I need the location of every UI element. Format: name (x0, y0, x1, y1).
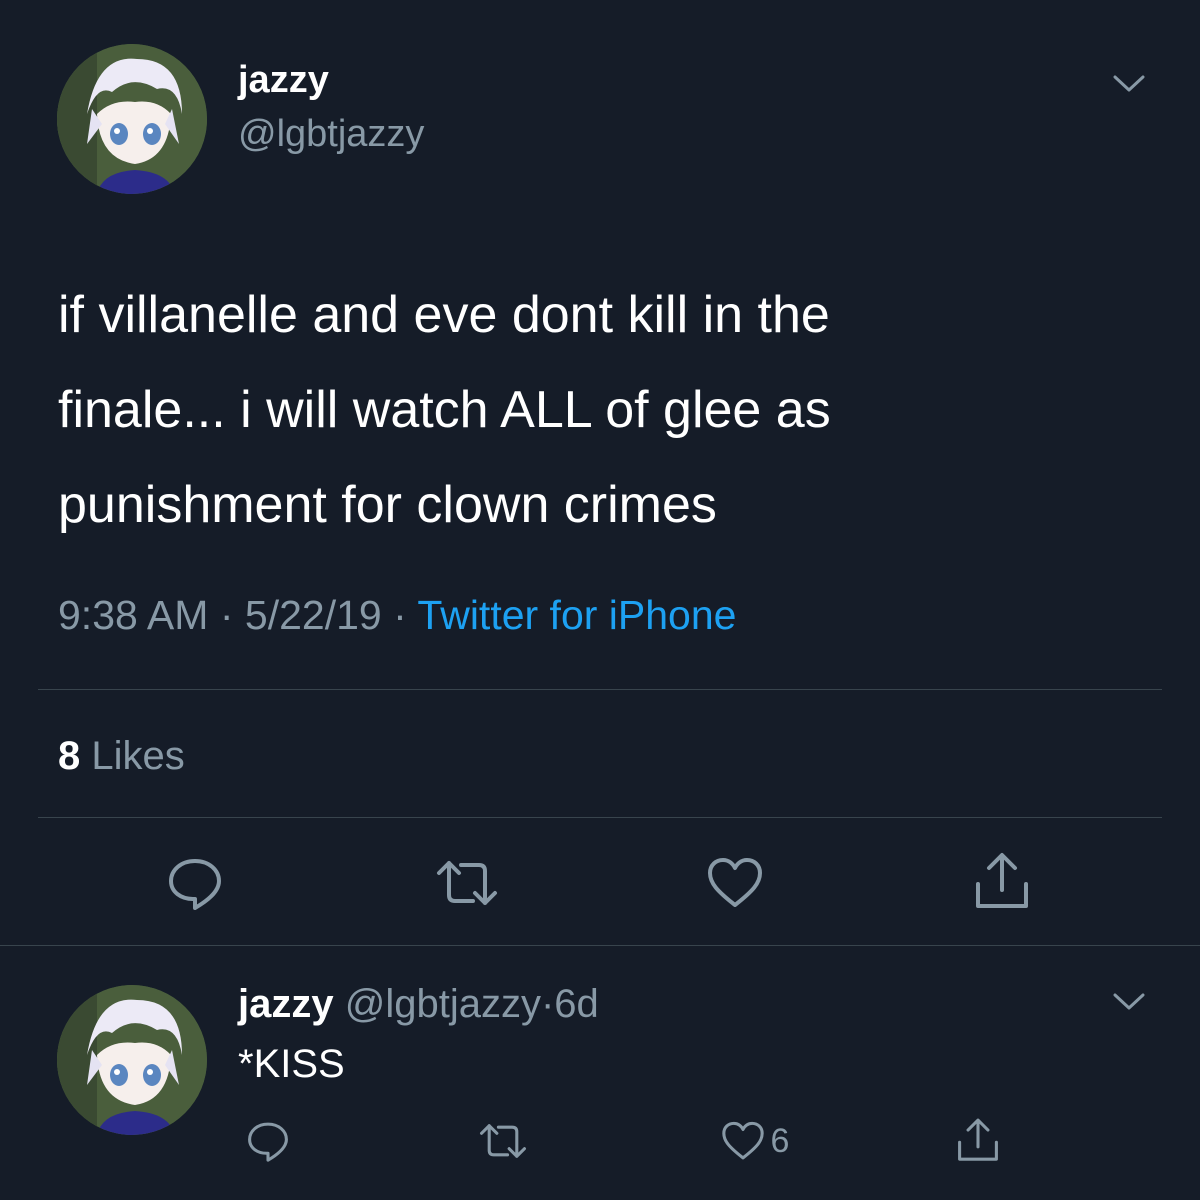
tweet-source-link[interactable]: Twitter for iPhone (417, 592, 736, 638)
tweet-time: 9:38 AM (58, 592, 209, 638)
reply-header: jazzy @lgbtjazzy·6d (238, 980, 599, 1028)
author-handle[interactable]: @lgbtjazzy (238, 112, 424, 156)
retweet-icon[interactable] (435, 853, 499, 913)
chevron-down-icon[interactable] (1112, 72, 1146, 96)
likes-count-link[interactable]: 8 Likes (58, 732, 185, 780)
divider (0, 945, 1200, 946)
divider (38, 817, 1162, 818)
divider (38, 689, 1162, 690)
chevron-down-icon[interactable] (1112, 990, 1146, 1014)
reply-bubble-icon[interactable] (245, 1118, 291, 1164)
tweet-text: if villanelle and eve dont kill in the f… (58, 268, 1158, 553)
tweet-meta: 9:38 AM · 5/22/19 · Twitter for iPhone (58, 590, 736, 640)
tweet-text-line: punishment for clown crimes (58, 476, 717, 534)
reply-display-name[interactable]: jazzy (238, 982, 334, 1026)
share-icon[interactable] (955, 1116, 1001, 1164)
reply-bubble-icon[interactable] (165, 853, 225, 913)
author-display-name[interactable]: jazzy (238, 58, 329, 102)
reply-author-avatar[interactable] (57, 985, 207, 1135)
heart-icon[interactable] (705, 853, 765, 913)
meta-separator: · (540, 982, 555, 1026)
retweet-icon[interactable] (478, 1118, 528, 1164)
meta-separator: · (393, 592, 407, 638)
likes-label: Likes (91, 734, 185, 778)
tweet-text-line: finale... i will watch ALL of glee as (58, 381, 831, 439)
likes-count: 8 (58, 734, 81, 778)
share-icon[interactable] (972, 850, 1032, 912)
reply-age: 6d (554, 982, 599, 1026)
author-avatar[interactable] (57, 44, 207, 194)
meta-separator: · (219, 592, 234, 638)
reply-handle[interactable]: @lgbtjazzy (345, 982, 541, 1026)
reply-like-button[interactable]: 6 (720, 1118, 789, 1164)
heart-icon (720, 1118, 766, 1164)
tweet-text-line: if villanelle and eve dont kill in the (58, 286, 830, 344)
reply-like-count: 6 (770, 1122, 790, 1160)
tweet-date: 5/22/19 (244, 592, 382, 638)
reply-text: *KISS (238, 1042, 345, 1086)
